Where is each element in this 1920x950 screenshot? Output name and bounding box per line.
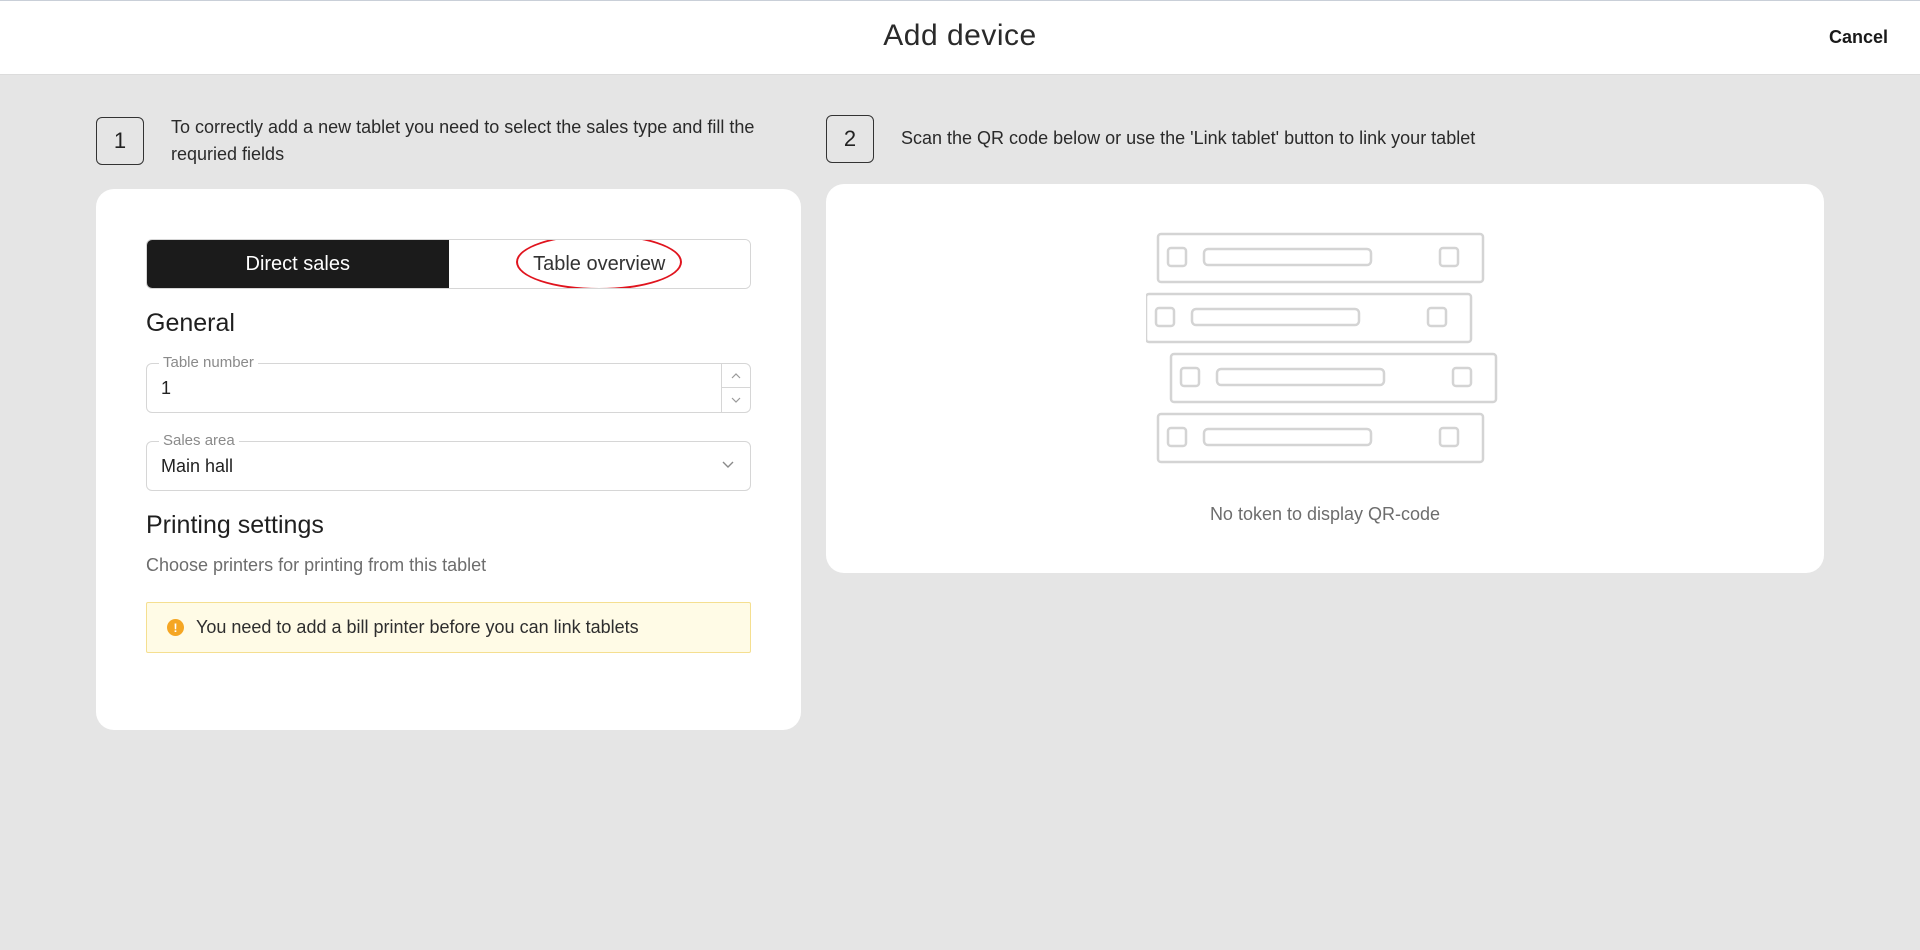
printing-settings-title: Printing settings [146,511,324,539]
no-token-message: No token to display QR-code [1209,504,1441,524]
cancel-button[interactable]: Cancel [1829,27,1888,48]
table-number-stepper [721,364,750,412]
sales-area-label: Sales area [159,432,239,449]
step-1-instructions: To correctly add a new tablet you need t… [171,117,755,164]
empty-list-illustration-icon [1146,232,1498,464]
table-number-label: Table number [159,354,258,371]
warning-icon: ! [167,619,184,636]
device-form-card: Direct sales Table overview General Tabl… [96,189,801,730]
decrement-icon[interactable] [722,388,750,412]
qr-card: No token to display QR-code [826,184,1824,573]
printing-hint: Choose printers for printing from this t… [146,555,487,575]
increment-icon[interactable] [722,364,750,388]
direct-sales-option[interactable]: Direct sales [147,240,449,288]
step-2-instructions: Scan the QR code below or use the 'Link … [901,128,1476,148]
page-title: Add device [883,19,1037,52]
table-number-value: 1 [161,378,172,398]
step-1-badge: 1 [96,117,144,165]
printer-warning: ! You need to add a bill printer before … [146,602,751,653]
table-overview-label: Table overview [533,252,666,275]
step-2-badge: 2 [826,115,874,163]
chevron-down-icon [722,461,734,468]
warning-text: You need to add a bill printer before yo… [196,617,639,637]
sales-area-select[interactable]: Sales area Main hall [146,432,751,491]
sales-type-toggle: Direct sales Table overview [146,239,751,289]
top-bar: Add device Cancel [0,0,1920,75]
table-overview-option[interactable]: Table overview [448,240,750,288]
general-section-title: General [146,309,235,337]
table-number-field[interactable]: Table number 1 [146,354,751,413]
sales-area-value: Main hall [161,456,234,476]
